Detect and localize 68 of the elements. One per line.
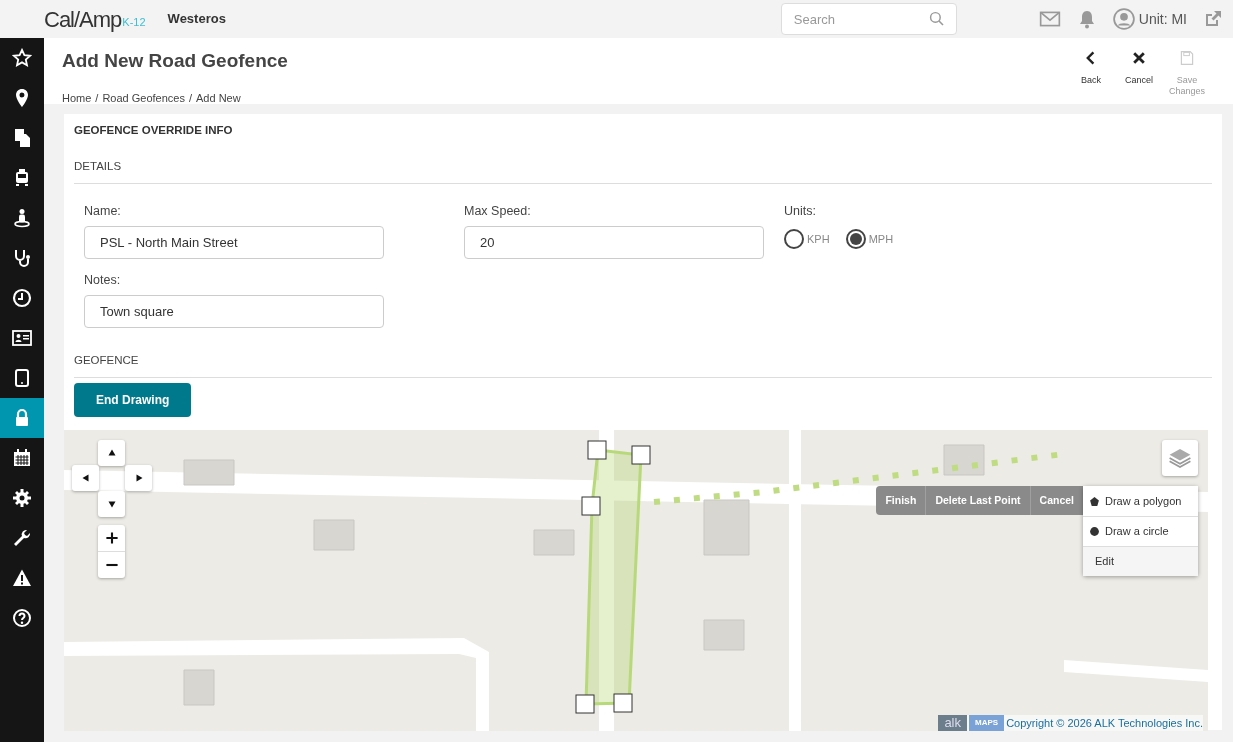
- search-icon: [928, 11, 945, 27]
- cancel-button[interactable]: Cancel: [1115, 38, 1163, 104]
- map-logo: alk: [938, 715, 967, 731]
- menu-item[interactable]: Edit: [1083, 546, 1198, 576]
- pan-left-button[interactable]: [72, 465, 99, 491]
- breadcrumb-separator: /: [188, 90, 193, 106]
- circle-icon: [1089, 526, 1100, 537]
- search-field[interactable]: Search: [780, 3, 957, 35]
- menu-item[interactable]: Draw a polygon: [1083, 486, 1198, 516]
- gear-icon: [12, 488, 32, 508]
- breadcrumb-link[interactable]: Road Geofences: [102, 89, 185, 106]
- name-field[interactable]: PSL - North Main Street: [84, 226, 384, 259]
- external-link-icon[interactable]: [1203, 9, 1223, 29]
- pan-up-button[interactable]: [98, 440, 125, 466]
- radio-label[interactable]: MPH: [868, 230, 894, 248]
- max-speed-field[interactable]: 20: [464, 226, 764, 259]
- field-label: Units:: [784, 203, 817, 221]
- user-avatar-icon[interactable]: [1112, 8, 1135, 30]
- vertex-handle[interactable]: [613, 693, 633, 713]
- vertex-handle[interactable]: [587, 440, 607, 460]
- logo-tagline: K-12: [122, 15, 146, 28]
- page-title: Add New Road Geofence: [62, 49, 288, 73]
- docs-icon: [12, 128, 32, 148]
- stethoscope-icon: [12, 248, 32, 268]
- organization-name: Westeros: [167, 10, 226, 29]
- close-icon: [1131, 50, 1147, 66]
- breadcrumb-current: Add New: [196, 90, 241, 106]
- vertex-handle[interactable]: [575, 694, 595, 714]
- field-label: Max Speed:: [464, 203, 532, 221]
- back-button[interactable]: Back: [1067, 38, 1115, 104]
- menu-item[interactable]: Draw a circle: [1083, 516, 1198, 546]
- caret-up-icon: [106, 448, 117, 458]
- breadcrumb-separator: /: [95, 90, 99, 106]
- clock-icon: [12, 288, 32, 308]
- geofence-polygon[interactable]: [584, 448, 643, 706]
- pan-right-button[interactable]: [125, 465, 152, 491]
- notes-field[interactable]: Town square: [84, 294, 384, 328]
- caret-down-icon: [106, 499, 117, 509]
- radio-label[interactable]: KPH: [807, 230, 830, 248]
- card-icon: [12, 328, 32, 348]
- help-icon: [12, 608, 32, 628]
- vertex-handle[interactable]: [581, 496, 601, 516]
- caret-right-icon: [133, 473, 144, 483]
- section-title: GEOFENCE OVERRIDE INFO: [74, 123, 234, 138]
- map-logo-label: MAPS: [969, 715, 1005, 731]
- calendar-icon: [12, 448, 32, 468]
- radio-button[interactable]: [845, 229, 866, 249]
- caret-left-icon: [80, 473, 91, 483]
- end-drawing-button[interactable]: End Drawing: [74, 383, 192, 417]
- field-label: Notes:: [84, 272, 122, 289]
- wrench-icon: [12, 528, 32, 548]
- vertex-handle[interactable]: [631, 445, 651, 465]
- copyright-link[interactable]: Copyright © 2026 ALK Technologies Inc.: [1006, 714, 1203, 731]
- section-heading: DETAILS: [74, 150, 1212, 185]
- pan-down-button[interactable]: [98, 491, 125, 517]
- zoom-in-icon[interactable]: [104, 531, 119, 545]
- person-icon: [12, 208, 32, 228]
- warning-icon: [12, 568, 32, 588]
- logo-text: Cal/Amp: [44, 5, 122, 34]
- radio-button[interactable]: [784, 229, 804, 249]
- star-icon: [12, 48, 32, 68]
- polygon-icon: [1089, 495, 1100, 507]
- breadcrumb-link[interactable]: Home: [62, 89, 92, 106]
- user-name[interactable]: Unit: MI: [1138, 8, 1187, 30]
- section-heading: GEOFENCE: [74, 343, 1212, 378]
- layers-button[interactable]: [1162, 440, 1198, 476]
- field-label: Name:: [84, 203, 122, 221]
- tablet-icon: [12, 368, 32, 388]
